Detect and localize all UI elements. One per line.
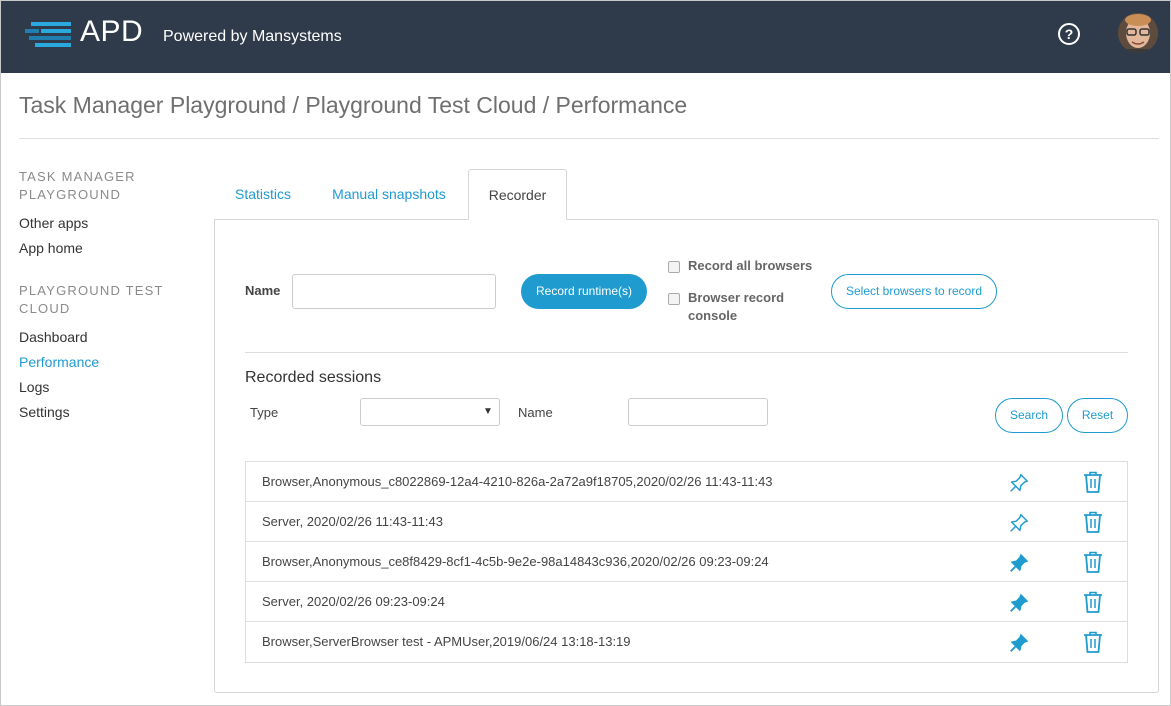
sidebar-item-dashboard[interactable]: Dashboard bbox=[19, 329, 88, 345]
table-row[interactable]: Server, 2020/02/26 09:23-09:24 bbox=[246, 582, 1127, 622]
chevron-down-icon: ▼ bbox=[483, 406, 493, 417]
name-label: Name bbox=[245, 283, 281, 298]
type-select[interactable] bbox=[360, 398, 500, 426]
tab-statistics[interactable]: Statistics bbox=[223, 169, 303, 220]
help-icon[interactable]: ? bbox=[1058, 23, 1080, 45]
session-name-input[interactable] bbox=[628, 398, 768, 426]
session-text: Server, 2020/02/26 09:23-09:24 bbox=[262, 594, 445, 609]
browser-record-console-checkbox[interactable] bbox=[668, 293, 680, 305]
record-all-browsers-label: Record all browsers bbox=[688, 258, 813, 273]
type-label: Type bbox=[250, 405, 279, 420]
session-text: Browser,ServerBrowser test - APMUser,201… bbox=[262, 634, 631, 649]
logo-text[interactable]: APD bbox=[80, 15, 143, 49]
record-all-browsers-checkbox[interactable] bbox=[668, 261, 680, 273]
section-divider bbox=[245, 352, 1128, 353]
sidebar-item-performance[interactable]: Performance bbox=[19, 354, 99, 370]
sidebar-heading-task-manager: TASK MANAGER PLAYGROUND bbox=[19, 169, 136, 202]
title-divider bbox=[19, 138, 1159, 139]
session-text: Browser,Anonymous_c8022869-12a4-4210-826… bbox=[262, 474, 773, 489]
reset-button[interactable]: Reset bbox=[1067, 398, 1128, 433]
table-row[interactable]: Browser,Anonymous_c8022869-12a4-4210-826… bbox=[246, 462, 1127, 502]
trash-icon[interactable] bbox=[1083, 551, 1103, 573]
powered-by-text: Powered by Mansystems bbox=[163, 28, 342, 45]
pin-filled-icon[interactable] bbox=[1008, 592, 1030, 614]
pin-filled-icon[interactable] bbox=[1008, 552, 1030, 574]
sidebar-item-other-apps[interactable]: Other apps bbox=[19, 215, 88, 231]
page-title: Task Manager Playground / Playground Tes… bbox=[19, 92, 688, 118]
sidebar-item-app-home[interactable]: App home bbox=[19, 240, 83, 256]
sessions-table: Browser,Anonymous_c8022869-12a4-4210-826… bbox=[245, 461, 1128, 663]
trash-icon[interactable] bbox=[1083, 591, 1103, 613]
pin-outline-icon[interactable] bbox=[1008, 472, 1030, 494]
session-text: Server, 2020/02/26 11:43-11:43 bbox=[262, 514, 443, 529]
trash-icon[interactable] bbox=[1083, 511, 1103, 533]
select-browsers-button[interactable]: Select browsers to record bbox=[831, 274, 997, 309]
recorder-name-input[interactable] bbox=[292, 274, 496, 309]
trash-icon[interactable] bbox=[1083, 631, 1103, 653]
table-row[interactable]: Server, 2020/02/26 11:43-11:43 bbox=[246, 502, 1127, 542]
pin-outline-icon[interactable] bbox=[1008, 512, 1030, 534]
apd-logo-icon bbox=[25, 22, 71, 47]
session-text: Browser,Anonymous_ce8f8429-8cf1-4c5b-9e2… bbox=[262, 554, 769, 569]
tab-manual-snapshots[interactable]: Manual snapshots bbox=[319, 169, 459, 220]
table-row[interactable]: Browser,ServerBrowser test - APMUser,201… bbox=[246, 622, 1127, 662]
top-bar: APD Powered by Mansystems ? bbox=[1, 1, 1170, 73]
recorded-sessions-title: Recorded sessions bbox=[245, 369, 382, 386]
tab-recorder[interactable]: Recorder bbox=[468, 169, 567, 220]
table-row[interactable]: Browser,Anonymous_ce8f8429-8cf1-4c5b-9e2… bbox=[246, 542, 1127, 582]
sidebar-item-settings[interactable]: Settings bbox=[19, 404, 70, 420]
session-name-label: Name bbox=[518, 405, 553, 420]
sidebar-heading-test-cloud: PLAYGROUND TEST CLOUD bbox=[19, 283, 164, 316]
search-button[interactable]: Search bbox=[995, 398, 1063, 433]
avatar[interactable] bbox=[1118, 13, 1158, 53]
pin-filled-icon[interactable] bbox=[1008, 632, 1030, 654]
browser-record-console-label-line1: Browser record bbox=[688, 290, 785, 305]
browser-record-console-label-line2: console bbox=[688, 308, 738, 323]
record-runtime-button[interactable]: Record runtime(s) bbox=[521, 274, 647, 309]
sidebar-item-logs[interactable]: Logs bbox=[19, 379, 49, 395]
trash-icon[interactable] bbox=[1083, 471, 1103, 493]
